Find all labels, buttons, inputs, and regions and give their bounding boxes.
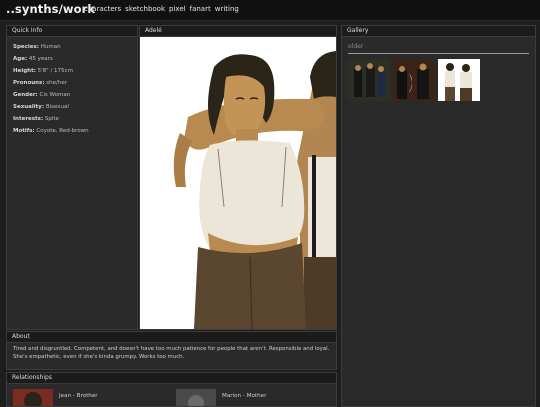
info-key: Gender: <box>13 92 38 98</box>
relationships-panel: Relationships Jean - Brother Marion - Mo… <box>6 372 337 407</box>
gallery-title: Gallery <box>342 26 535 37</box>
info-value: Cis Woman <box>39 92 71 98</box>
info-value: Coyote, Red-brown <box>36 128 89 134</box>
character-artwork[interactable] <box>140 37 336 329</box>
quick-info-panel: Quick Info Species: Human Age: 45 years … <box>6 25 138 330</box>
gallery-thumb-3[interactable] <box>438 59 480 101</box>
gallery-panel: Gallery older <box>341 25 536 407</box>
adele-figure <box>173 54 325 329</box>
site-brand[interactable]: ..synths/work <box>6 2 95 16</box>
relationship-name: Marion - Mother <box>222 393 267 399</box>
avatar <box>13 389 53 406</box>
info-key: Species: <box>13 44 39 50</box>
info-motifs: Motifs: Coyote, Red-brown <box>13 128 137 134</box>
gallery-thumb-2[interactable] <box>393 59 435 101</box>
info-key: Motifs: <box>13 128 35 134</box>
top-bar: ..synths/work characters sketchbook pixe… <box>0 0 540 21</box>
nav-writing[interactable]: writing <box>215 5 239 13</box>
quick-info-title: Quick Info <box>7 26 137 37</box>
info-age: Age: 45 years <box>13 56 137 62</box>
character-name: Adelé <box>140 26 336 37</box>
character-panel: Adelé <box>139 25 337 330</box>
about-text: Tired and disgruntled. Competent, and do… <box>13 346 330 360</box>
avatar-placeholder <box>176 389 216 406</box>
nav-pixel[interactable]: pixel <box>169 5 186 13</box>
gallery-thumb-1[interactable] <box>348 59 390 101</box>
gallery-divider <box>348 53 529 54</box>
info-pronouns: Pronouns: she/her <box>13 80 137 86</box>
info-key: Height: <box>13 68 36 74</box>
info-key: Age: <box>13 56 28 62</box>
info-key: Pronouns: <box>13 80 45 86</box>
thumb-image <box>393 59 435 101</box>
info-height: Height: 5'8" / 175cm <box>13 68 137 74</box>
info-value: she/her <box>46 80 68 86</box>
thumb-image <box>438 59 480 101</box>
relationship-item[interactable]: Marion - Mother <box>176 389 266 406</box>
character-illustration <box>173 51 336 329</box>
nav-fanart[interactable]: fanart <box>190 5 211 13</box>
info-key: Interests: <box>13 116 44 122</box>
quick-info-list: Species: Human Age: 45 years Height: 5'8… <box>7 44 137 134</box>
avatar-image <box>13 389 53 406</box>
main-nav: characters sketchbook pixel fanart writi… <box>84 5 239 13</box>
about-panel: About Tired and disgruntled. Competent, … <box>6 331 337 370</box>
info-key: Sexuality: <box>13 104 45 110</box>
info-sexuality: Sexuality: Bisexual <box>13 104 137 110</box>
gallery-subtitle: older <box>348 43 364 50</box>
thumb-image <box>348 59 390 101</box>
info-value: Bisexual <box>45 104 69 110</box>
info-species: Species: Human <box>13 44 137 50</box>
nav-sketchbook[interactable]: sketchbook <box>125 5 165 13</box>
relationship-item[interactable]: Jean - Brother <box>13 389 98 406</box>
about-title: About <box>7 332 336 343</box>
avatar <box>176 389 216 406</box>
relationship-name: Jean - Brother <box>59 393 98 399</box>
info-value: Human <box>40 44 61 50</box>
info-value: 5'8" / 175cm <box>37 68 73 74</box>
info-interests: Interests: Spite <box>13 116 137 122</box>
info-value: 45 years <box>28 56 53 62</box>
gallery-thumbnails <box>348 59 535 101</box>
nav-characters[interactable]: characters <box>84 5 121 13</box>
info-value: Spite <box>44 116 59 122</box>
info-gender: Gender: Cis Woman <box>13 92 137 98</box>
relationships-title: Relationships <box>7 373 336 384</box>
